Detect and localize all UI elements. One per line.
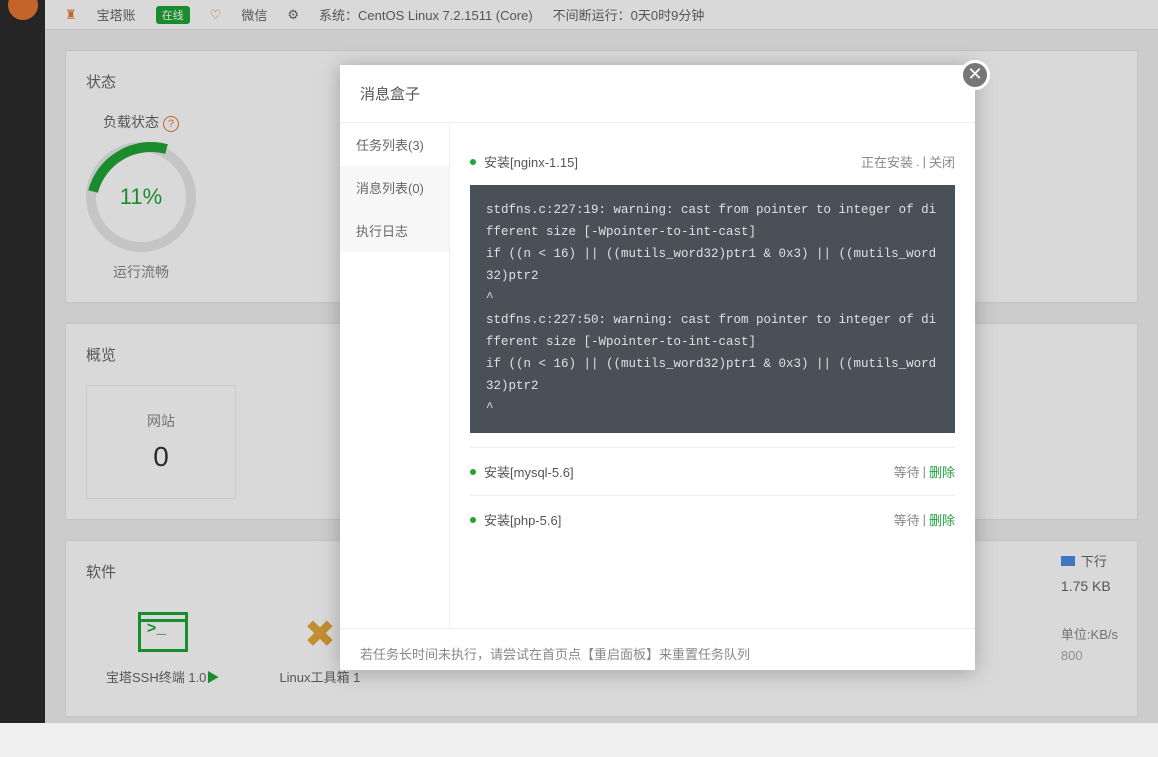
modal-title: 消息盒子	[340, 65, 975, 123]
tab-exec-log[interactable]: 执行日志	[340, 209, 449, 252]
separator: |	[923, 512, 926, 527]
task-item-nginx: 安装[nginx-1.15] 正在安装 . | 关闭 stdfns.c:227:…	[470, 138, 955, 448]
task-status: 等待	[894, 510, 920, 529]
tab-message-list[interactable]: 消息列表(0)	[340, 166, 449, 209]
task-name: 安装[mysql-5.6]	[470, 462, 574, 481]
separator: .	[916, 154, 920, 169]
modal-footer: 若任务长时间未执行，请尝试在首页点【重启面板】来重置任务队列	[340, 628, 975, 678]
task-item-php: 安装[php-5.6] 等待 | 删除	[470, 496, 955, 543]
close-task-button[interactable]: 关闭	[929, 152, 955, 171]
task-name: 安装[php-5.6]	[470, 510, 561, 529]
status-dot-icon	[470, 159, 476, 165]
status-dot-icon	[470, 469, 476, 475]
task-item-mysql: 安装[mysql-5.6] 等待 | 删除	[470, 448, 955, 496]
task-actions: 等待 | 删除	[894, 510, 955, 529]
install-log[interactable]: stdfns.c:227:19: warning: cast from poin…	[470, 185, 955, 433]
status-dot-icon	[470, 517, 476, 523]
tab-task-list[interactable]: 任务列表(3)	[340, 123, 449, 166]
task-status: 等待	[894, 462, 920, 481]
modal-content: 安装[nginx-1.15] 正在安装 . | 关闭 stdfns.c:227:…	[450, 123, 975, 628]
task-name: 安装[nginx-1.15]	[470, 152, 578, 171]
message-box-modal: ✕ 消息盒子 任务列表(3) 消息列表(0) 执行日志 安装[nginx-1.1…	[340, 65, 975, 670]
delete-task-button[interactable]: 删除	[929, 462, 955, 481]
modal-tabs: 任务列表(3) 消息列表(0) 执行日志	[340, 123, 450, 628]
close-button[interactable]: ✕	[960, 60, 990, 90]
task-actions: 等待 | 删除	[894, 462, 955, 481]
task-status: 正在安装	[861, 152, 913, 171]
delete-task-button[interactable]: 删除	[929, 510, 955, 529]
task-actions: 正在安装 . | 关闭	[861, 152, 955, 171]
separator: |	[923, 464, 926, 479]
